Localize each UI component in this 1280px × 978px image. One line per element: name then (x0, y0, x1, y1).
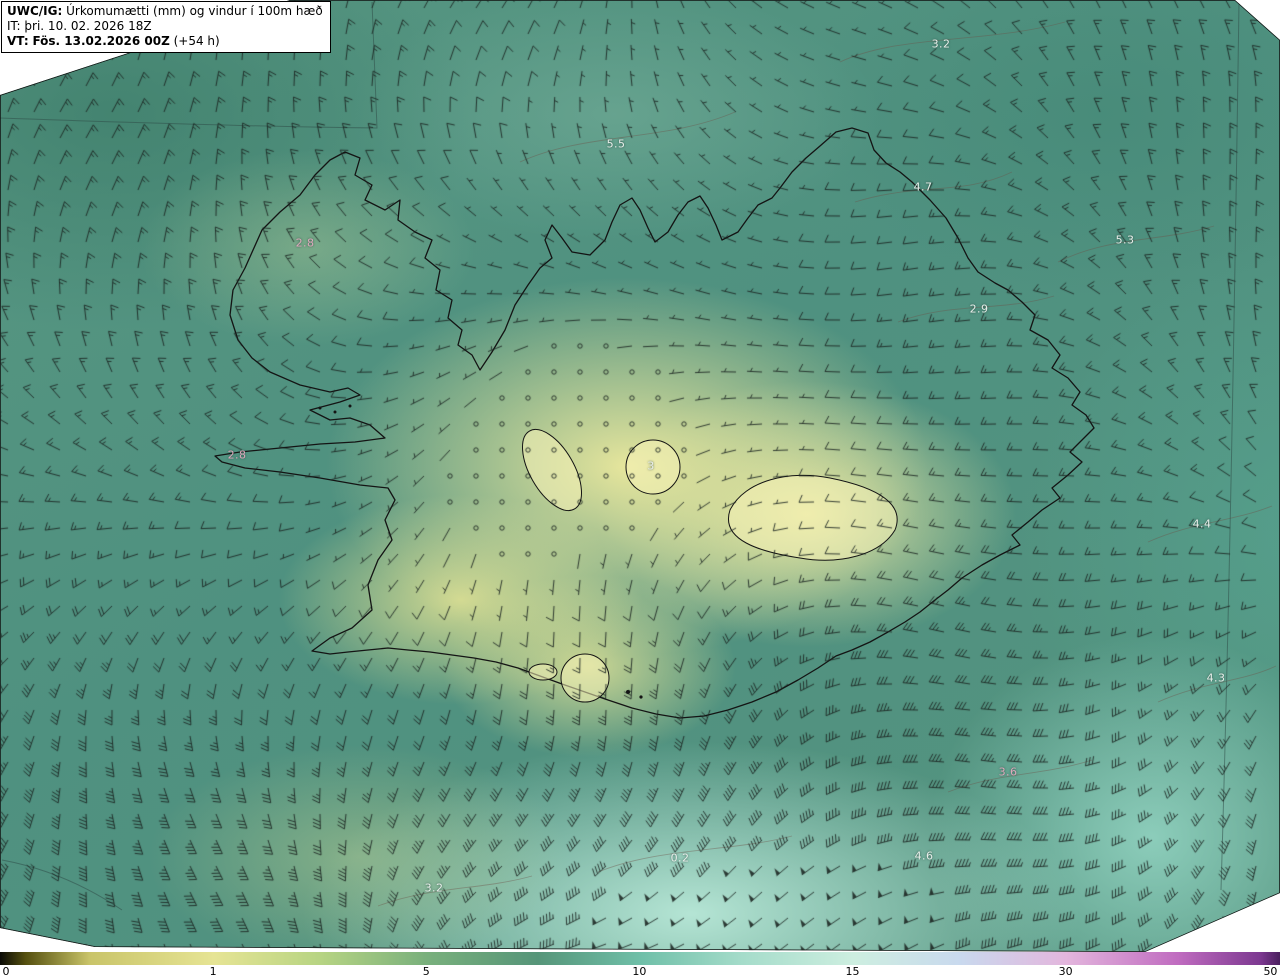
colorbar-tick: 1 (210, 965, 217, 978)
contour-label: 3.2 (425, 882, 444, 895)
init-time-value: þri. 10. 02. 2026 18Z (24, 19, 151, 33)
colorbar-gradient (0, 952, 1280, 965)
valid-time-label: VT: (7, 34, 29, 48)
weather-map-view: 3.25.54.75.32.82.92.834.44.33.60.24.63.2… (0, 0, 1280, 978)
model-label: UWC/IG: (7, 4, 62, 18)
contour-label: 3 (647, 460, 654, 473)
contour-label: 3.2 (932, 38, 951, 51)
contour-label: 4.7 (914, 181, 933, 194)
valid-time-value: Fös. 13.02.2026 00Z (32, 34, 169, 48)
lead-time-value: (+54 h) (174, 34, 220, 48)
contour-label: 4.6 (915, 850, 934, 863)
contour-label: 5.3 (1116, 234, 1135, 247)
product-title: Úrkomumætti (mm) og vindur í 100m hæð (66, 4, 323, 18)
contour-label: 0.2 (671, 852, 690, 865)
title-line-product: UWC/IG: Úrkomumætti (mm) og vindur í 100… (7, 4, 323, 19)
contour-label: 2.8 (228, 449, 247, 462)
contour-label: 3.6 (999, 766, 1018, 779)
colorbar: 01510153050 (0, 952, 1280, 978)
contour-labels-layer: 3.2 5.5 4.7 5.3 2.8 2.9 2.8 3 4.4 4.3 3.6 0.2 4.6 3.2 (0, 0, 1280, 952)
contour-label: 5.5 (607, 138, 626, 151)
contour-label: 2.9 (970, 303, 989, 316)
colorbar-tick: 5 (423, 965, 430, 978)
title-line-valid: VT: Fös. 13.02.2026 00Z (+54 h) (7, 34, 323, 49)
contour-label: 4.4 (1193, 518, 1212, 531)
contour-label: 4.3 (1207, 672, 1226, 685)
colorbar-tick: 15 (845, 965, 859, 978)
colorbar-tick: 0 (3, 965, 10, 978)
init-time-label: IT: (7, 19, 21, 33)
colorbar-tick: 50 (1263, 965, 1277, 978)
colorbar-tick: 30 (1059, 965, 1073, 978)
colorbar-tick-labels: 01510153050 (0, 965, 1280, 978)
map-title-box: UWC/IG: Úrkomumætti (mm) og vindur í 100… (1, 1, 331, 53)
map-area: 3.2 5.5 4.7 5.3 2.8 2.9 2.8 3 4.4 4.3 3.6 0.2 4.6 3.2 (0, 0, 1280, 952)
title-line-init: IT: þri. 10. 02. 2026 18Z (7, 19, 323, 34)
contour-label: 2.8 (296, 237, 315, 250)
colorbar-tick: 10 (632, 965, 646, 978)
